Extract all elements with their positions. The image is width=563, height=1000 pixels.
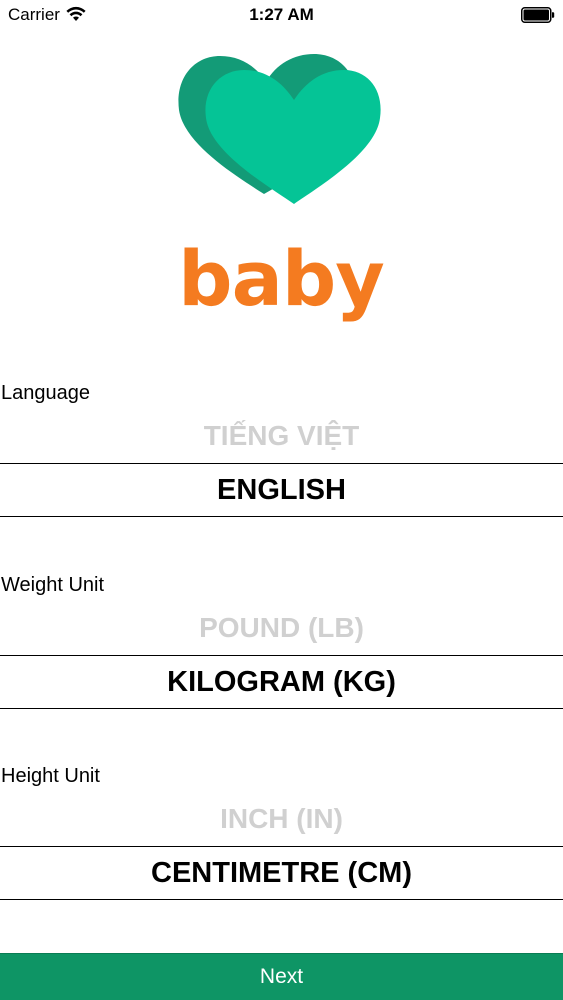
app-screen: Carrier 1:27 AM baby Language TIẾNG VIỆT… bbox=[0, 0, 563, 1000]
language-option-english[interactable]: ENGLISH bbox=[0, 464, 563, 516]
next-button-label: Next bbox=[259, 965, 304, 988]
status-time: 1:27 AM bbox=[249, 5, 314, 24]
status-bar: Carrier 1:27 AM bbox=[0, 0, 563, 30]
weight-selection-band: KILOGRAM (KG) bbox=[0, 655, 563, 709]
height-unit-label: Height Unit bbox=[1, 765, 100, 787]
height-unit-picker[interactable]: INCH (IN) CENTIMETRE (CM) bbox=[0, 794, 563, 900]
baby-logo: baby bbox=[176, 48, 386, 320]
weight-unit-picker[interactable]: POUND (LB) KILOGRAM (KG) bbox=[0, 603, 563, 709]
language-selection-band: ENGLISH bbox=[0, 463, 563, 517]
battery-icon bbox=[521, 7, 555, 23]
language-label: Language bbox=[1, 382, 90, 404]
logo-text: baby bbox=[178, 234, 385, 323]
weight-option-pound[interactable]: POUND (LB) bbox=[0, 603, 563, 653]
heart-icon bbox=[178, 54, 381, 204]
language-picker[interactable]: TIẾNG VIỆT ENGLISH bbox=[0, 411, 563, 517]
height-selection-band: CENTIMETRE (CM) bbox=[0, 846, 563, 900]
weight-unit-label: Weight Unit bbox=[1, 574, 105, 596]
next-button[interactable]: Next bbox=[0, 953, 563, 1000]
height-option-centimetre[interactable]: CENTIMETRE (CM) bbox=[0, 847, 563, 899]
language-option-vietnamese[interactable]: TIẾNG VIỆT bbox=[0, 411, 563, 461]
height-option-inch[interactable]: INCH (IN) bbox=[0, 794, 563, 844]
weight-option-kilogram[interactable]: KILOGRAM (KG) bbox=[0, 656, 563, 708]
